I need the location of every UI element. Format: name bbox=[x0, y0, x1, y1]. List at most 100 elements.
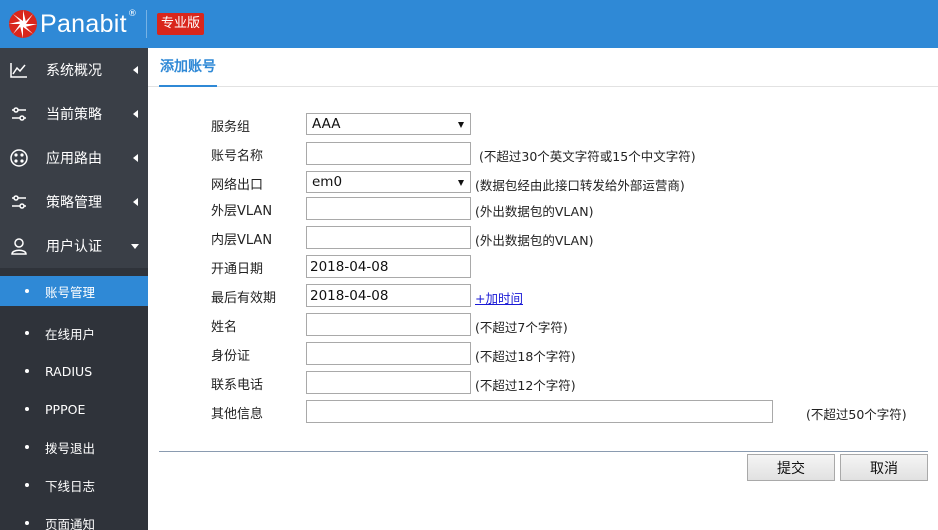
tab-bar: 添加账号 bbox=[148, 48, 938, 87]
sidebar-subitem-page-notice[interactable]: 页面通知 bbox=[0, 504, 148, 530]
network-exit-select[interactable]: em0 bbox=[306, 171, 471, 193]
field-label: 其他信息 bbox=[211, 407, 264, 422]
top-header: Panabit ® 专业版 bbox=[0, 0, 938, 48]
registered-mark: ® bbox=[127, 9, 137, 19]
sidebar-item-app-route[interactable]: 应用路由 bbox=[0, 136, 148, 180]
chevron-left-icon bbox=[133, 198, 138, 206]
route-icon bbox=[9, 148, 29, 168]
field-label: 开通日期 bbox=[211, 262, 264, 277]
bullet-icon bbox=[25, 289, 29, 293]
header-divider bbox=[146, 10, 147, 38]
service-group-select[interactable]: AAA bbox=[306, 113, 471, 135]
id-card-input[interactable] bbox=[306, 342, 471, 365]
sidebar-subitem-label: 拨号退出 bbox=[45, 440, 96, 456]
brand-name: Panabit bbox=[40, 9, 127, 38]
bullet-icon bbox=[25, 483, 29, 487]
bullet-icon bbox=[25, 331, 29, 335]
field-label: 外层VLAN bbox=[211, 204, 273, 219]
chart-line-icon bbox=[9, 60, 29, 80]
account-name-input[interactable] bbox=[306, 142, 471, 165]
form-row-other-info: 其他信息 (不超过50个字符) bbox=[148, 400, 938, 424]
form-divider bbox=[159, 451, 928, 452]
edition-badge: 专业版 bbox=[157, 13, 205, 35]
form-row-outer-vlan: 外层VLAN (外出数据包的VLAN) bbox=[148, 197, 938, 221]
add-time-link[interactable]: +加时间 bbox=[475, 288, 523, 307]
chevron-left-icon bbox=[133, 66, 138, 74]
other-info-input[interactable] bbox=[306, 400, 773, 423]
sidebar-submenu: 账号管理 在线用户 RADIUS PPPOE 拨号退出 下线日志 页面通知 bbox=[0, 268, 148, 530]
main-panel: 添加账号 服务组 AAA 账号名称 (不超过30个英文字符或15个中文字符) 网… bbox=[148, 48, 938, 530]
form-row-service-group: 服务组 AAA bbox=[148, 113, 938, 137]
sidebar-subitem-label: PPPOE bbox=[45, 401, 86, 417]
chevron-left-icon bbox=[133, 154, 138, 162]
sidebar-item-label: 当前策略 bbox=[46, 107, 102, 123]
cancel-button[interactable]: 取消 bbox=[840, 454, 928, 481]
sidebar-item-label: 策略管理 bbox=[46, 195, 102, 211]
field-label: 身份证 bbox=[211, 349, 251, 364]
sidebar-subitem-offline-log[interactable]: 下线日志 bbox=[0, 466, 148, 504]
dropdown-arrow-icon bbox=[458, 122, 464, 128]
chevron-down-icon bbox=[131, 244, 139, 249]
field-hint: (不超过7个字符) bbox=[475, 320, 568, 335]
select-value: em0 bbox=[312, 174, 343, 190]
name-input[interactable] bbox=[306, 313, 471, 336]
field-hint: (数据包经由此接口转发给外部运营商) bbox=[475, 178, 685, 193]
sidebar-subitem-account-manage[interactable]: 账号管理 bbox=[0, 276, 148, 306]
brand-logo[interactable]: Panabit ® bbox=[8, 8, 137, 40]
sidebar-subitem-online-users[interactable]: 在线用户 bbox=[0, 314, 148, 352]
field-label: 姓名 bbox=[211, 320, 238, 335]
bullet-icon bbox=[25, 407, 29, 411]
sidebar-subitem-pppoe[interactable]: PPPOE bbox=[0, 390, 148, 428]
sliders-icon bbox=[9, 192, 29, 212]
sidebar-item-policy-manage[interactable]: 策略管理 bbox=[0, 180, 148, 224]
outer-vlan-input[interactable] bbox=[306, 197, 471, 220]
sidebar-subitem-dial-exit[interactable]: 拨号退出 bbox=[0, 428, 148, 466]
sidebar-subitem-label: 在线用户 bbox=[45, 326, 96, 342]
sidebar-item-current-policy[interactable]: 当前策略 bbox=[0, 92, 148, 136]
sidebar-subitem-radius[interactable]: RADIUS bbox=[0, 352, 148, 390]
bullet-icon bbox=[25, 445, 29, 449]
bullet-icon bbox=[25, 369, 29, 373]
field-hint: (不超过18个字符) bbox=[475, 349, 576, 364]
field-label: 账号名称 bbox=[211, 149, 264, 164]
sidebar-item-user-auth[interactable]: 用户认证 bbox=[0, 224, 148, 268]
form-row-expire-date: 最后有效期 +加时间 bbox=[148, 284, 938, 308]
sidebar-item-overview[interactable]: 系统概况 bbox=[0, 48, 148, 92]
form-row-account-name: 账号名称 (不超过30个英文字符或15个中文字符) bbox=[148, 142, 938, 166]
open-date-input[interactable] bbox=[306, 255, 471, 278]
tab-add-account[interactable]: 添加账号 bbox=[159, 48, 217, 87]
expire-date-input[interactable] bbox=[306, 284, 471, 307]
sliders-icon bbox=[9, 104, 29, 124]
field-hint: (外出数据包的VLAN) bbox=[475, 204, 594, 219]
field-label: 服务组 bbox=[211, 120, 251, 135]
select-value: AAA bbox=[312, 116, 341, 132]
form-row-name: 姓名 (不超过7个字符) bbox=[148, 313, 938, 337]
user-icon bbox=[9, 236, 29, 256]
field-hint: (不超过50个字符) bbox=[806, 407, 907, 422]
sidebar-item-label: 用户认证 bbox=[46, 239, 102, 255]
form-row-id-card: 身份证 (不超过18个字符) bbox=[148, 342, 938, 366]
form-row-network-exit: 网络出口 em0 (数据包经由此接口转发给外部运营商) bbox=[148, 171, 938, 195]
chevron-left-icon bbox=[133, 110, 138, 118]
form-row-phone: 联系电话 (不超过12个字符) bbox=[148, 371, 938, 395]
sidebar-subitem-label: 页面通知 bbox=[45, 516, 96, 530]
sidebar-item-label: 应用路由 bbox=[46, 151, 102, 167]
field-label: 网络出口 bbox=[211, 178, 264, 193]
bullet-icon bbox=[25, 521, 29, 525]
phone-input[interactable] bbox=[306, 371, 471, 394]
field-label: 联系电话 bbox=[211, 378, 264, 393]
sidebar-subitem-label: 下线日志 bbox=[45, 478, 96, 494]
submit-button[interactable]: 提交 bbox=[747, 454, 835, 481]
field-label: 最后有效期 bbox=[211, 291, 277, 306]
sidebar-subitem-label: 账号管理 bbox=[45, 284, 96, 300]
umbrella-logo-icon bbox=[9, 10, 37, 38]
field-hint: (不超过12个字符) bbox=[475, 378, 576, 393]
sidebar-item-label: 系统概况 bbox=[46, 63, 102, 79]
form-row-open-date: 开通日期 bbox=[148, 255, 938, 279]
form-row-inner-vlan: 内层VLAN (外出数据包的VLAN) bbox=[148, 226, 938, 250]
field-label: 内层VLAN bbox=[211, 233, 273, 248]
field-hint: (外出数据包的VLAN) bbox=[475, 233, 594, 248]
inner-vlan-input[interactable] bbox=[306, 226, 471, 249]
dropdown-arrow-icon bbox=[458, 180, 464, 186]
field-hint: (不超过30个英文字符或15个中文字符) bbox=[479, 149, 696, 164]
